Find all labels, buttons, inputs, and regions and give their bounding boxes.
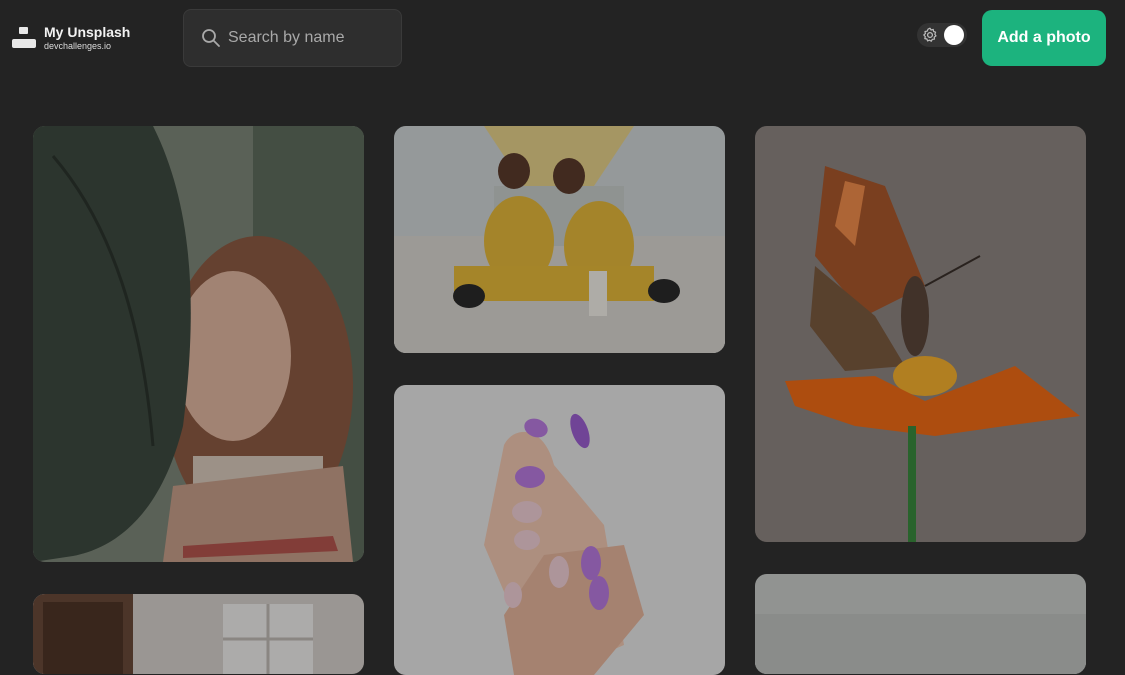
grey-landscape-photo[interactable] xyxy=(755,574,1086,674)
photo-gallery xyxy=(0,0,1125,675)
two-people-sitting-photo[interactable] xyxy=(394,126,725,353)
room-window-photo[interactable] xyxy=(33,594,364,674)
woman-with-leaf-photo[interactable] xyxy=(33,126,364,562)
butterfly-on-flower-photo[interactable] xyxy=(755,126,1086,542)
purple-nails-photo[interactable] xyxy=(394,385,725,675)
